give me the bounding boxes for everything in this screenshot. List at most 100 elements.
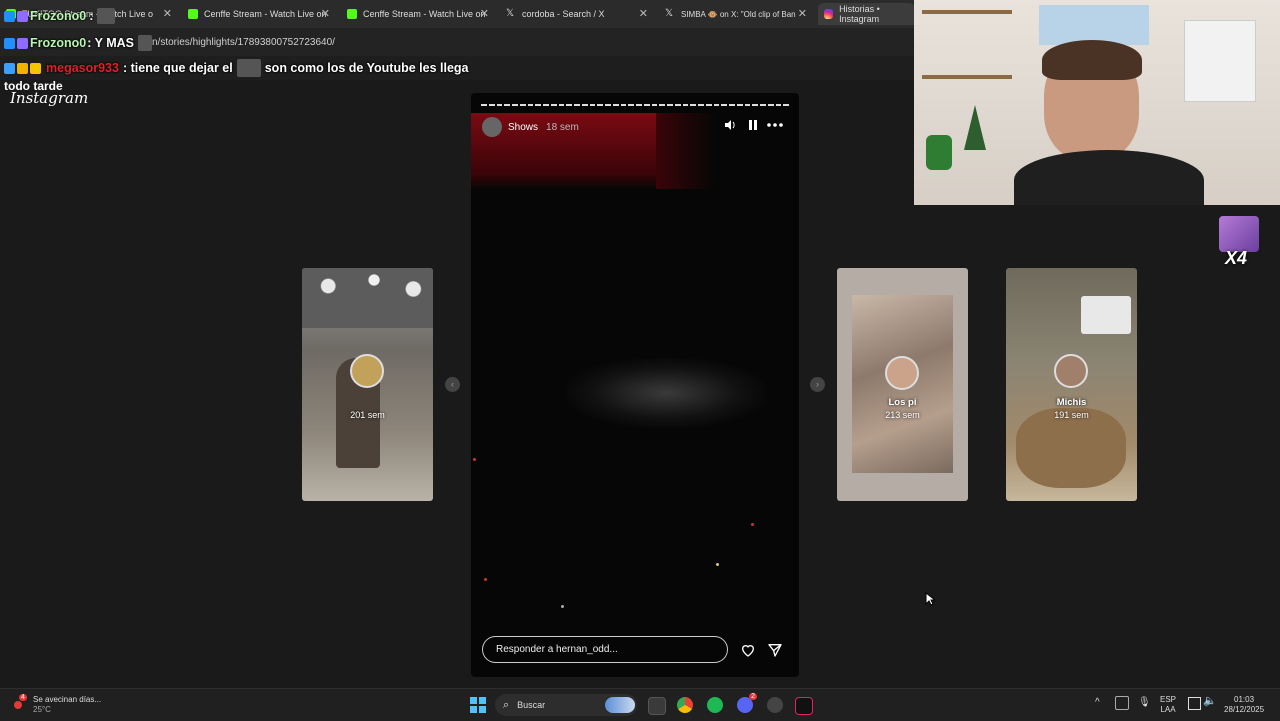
chat-message: Frozono0 : Y MAS bbox=[4, 35, 156, 51]
tab-instagram-stories[interactable]: Historias • Instagram bbox=[818, 3, 915, 25]
chrome-icon[interactable] bbox=[677, 697, 693, 713]
taskbar-search[interactable]: ⌕ Buscar bbox=[495, 694, 637, 716]
emote-icon bbox=[138, 35, 153, 51]
tab-cenffe-1[interactable]: Cenffe Stream - Watch Live on ✕ bbox=[182, 3, 336, 25]
side-sticker: X4 bbox=[1217, 216, 1259, 268]
progress-segment bbox=[550, 104, 557, 106]
card-image bbox=[302, 268, 433, 328]
highlight-avatar bbox=[1054, 354, 1088, 388]
close-icon[interactable]: ✕ bbox=[163, 7, 172, 20]
progress-segment bbox=[729, 104, 735, 106]
mouse-cursor-icon bbox=[925, 592, 935, 606]
weather-temp: 25°C bbox=[33, 705, 51, 714]
card-label: Michis bbox=[1056, 397, 1087, 408]
close-icon[interactable]: ✕ bbox=[321, 7, 330, 20]
webcam-feed bbox=[964, 105, 986, 150]
badge-icon bbox=[17, 37, 28, 49]
story-video bbox=[561, 605, 564, 608]
sticker-label: X4 bbox=[1225, 248, 1248, 268]
send-icon[interactable] bbox=[767, 642, 783, 658]
progress-segment bbox=[628, 104, 634, 106]
story-time: 18 sem bbox=[546, 121, 579, 133]
search-icon: ⌕ bbox=[503, 698, 510, 711]
progress-segment bbox=[690, 104, 696, 106]
story-username[interactable]: Shows bbox=[508, 122, 538, 133]
progress-segment bbox=[512, 104, 518, 106]
discord-icon[interactable]: 2 bbox=[737, 693, 757, 713]
heart-icon[interactable] bbox=[740, 642, 756, 658]
tab-simba-x[interactable]: 𝕏 SIMBA 🐵 on X: "Old clip of Ban ✕ bbox=[659, 3, 813, 25]
more-options-icon[interactable] bbox=[767, 119, 783, 131]
progress-segment bbox=[581, 104, 588, 106]
card-label: Los pi bbox=[888, 397, 917, 408]
progress-segment bbox=[752, 104, 758, 106]
x-logo-icon: 𝕏 bbox=[665, 8, 674, 19]
card-time: 201 sem bbox=[350, 410, 385, 420]
webcam-feed bbox=[1184, 20, 1256, 102]
story-card-michis[interactable]: Michis 191 sem bbox=[1006, 268, 1137, 501]
windows-start-icon[interactable] bbox=[470, 697, 486, 713]
story-header: Shows 18 sem bbox=[482, 117, 579, 137]
progress-segment bbox=[659, 104, 665, 106]
progress-segment bbox=[527, 104, 534, 106]
close-icon[interactable]: ✕ bbox=[480, 7, 489, 20]
story-card-los-pi[interactable]: Los pi 213 sem bbox=[837, 268, 968, 501]
progress-segment bbox=[775, 104, 782, 106]
progress-segment bbox=[760, 104, 766, 106]
display-icon[interactable] bbox=[1188, 697, 1201, 710]
progress-segment bbox=[496, 104, 503, 106]
speaker-icon[interactable]: 🔈 bbox=[1203, 694, 1217, 707]
progress-segment bbox=[713, 104, 720, 106]
tab-cenffe-2[interactable]: Cenffe Stream - Watch Live on ✕ bbox=[341, 3, 495, 25]
instagram-logo[interactable]: Instagram bbox=[10, 89, 88, 107]
spotify-icon[interactable] bbox=[707, 697, 723, 713]
progress-segment bbox=[574, 104, 580, 106]
crown-icon bbox=[30, 62, 41, 74]
webcam-feed bbox=[914, 0, 1280, 205]
card-image bbox=[1016, 408, 1126, 488]
highlight-avatar bbox=[885, 356, 919, 390]
webcam-feed bbox=[1039, 5, 1149, 45]
emote-icon bbox=[236, 59, 261, 77]
story-progress-bar bbox=[481, 104, 789, 106]
progress-segment bbox=[783, 104, 789, 106]
close-icon[interactable]: ✕ bbox=[798, 7, 807, 20]
badge-icon bbox=[17, 62, 28, 74]
next-story-button[interactable]: › bbox=[810, 377, 825, 392]
chat-username: Frozono0 bbox=[30, 36, 87, 50]
volume-icon[interactable] bbox=[724, 119, 736, 131]
weather-widget[interactable]: Se avecinan días... 25°C bbox=[33, 695, 101, 715]
chevron-up-icon[interactable]: ^ bbox=[1095, 697, 1100, 708]
story-card-previous[interactable]: 201 sem bbox=[302, 268, 433, 501]
weather-icon[interactable]: 4 bbox=[14, 694, 27, 710]
chat-text: : bbox=[89, 9, 94, 23]
webcam-feed bbox=[1014, 150, 1204, 205]
previous-story-button[interactable]: ‹ bbox=[445, 377, 460, 392]
avatar[interactable] bbox=[482, 117, 502, 137]
close-icon[interactable]: ✕ bbox=[639, 7, 648, 20]
progress-segment bbox=[736, 104, 743, 106]
progress-segment bbox=[636, 104, 642, 106]
address-bar-url[interactable]: n/stories/highlights/17893800752723640/ bbox=[152, 37, 335, 48]
microphone-icon[interactable]: 🎙 bbox=[1138, 697, 1151, 708]
weather-badge: 4 bbox=[19, 694, 27, 701]
language-indicator[interactable]: ESP LAA bbox=[1160, 695, 1176, 715]
story-video bbox=[484, 578, 487, 581]
progress-segment bbox=[705, 104, 712, 106]
tab-cordoba-search[interactable]: 𝕏 cordoba - Search / X ✕ bbox=[500, 3, 654, 25]
network-icon[interactable] bbox=[1115, 696, 1129, 710]
tiktok-icon[interactable] bbox=[795, 697, 813, 715]
task-view-icon[interactable] bbox=[648, 697, 666, 715]
reply-input[interactable]: Responder a hernan_odd... bbox=[482, 636, 728, 663]
pause-icon[interactable] bbox=[747, 119, 759, 131]
sticker-image bbox=[1219, 216, 1259, 252]
clock[interactable]: 01:03 28/12/2025 bbox=[1224, 695, 1264, 715]
story-viewer[interactable]: Shows 18 sem Responder a hernan_odd... bbox=[471, 93, 799, 677]
progress-segment bbox=[605, 104, 611, 106]
app-icon[interactable] bbox=[767, 697, 783, 713]
kick-icon bbox=[188, 9, 198, 19]
card-image bbox=[1081, 296, 1131, 334]
chat-message: megasor933 : tiene que dejar el son como… bbox=[4, 59, 468, 77]
progress-segment bbox=[612, 104, 619, 106]
progress-segment bbox=[597, 104, 603, 106]
